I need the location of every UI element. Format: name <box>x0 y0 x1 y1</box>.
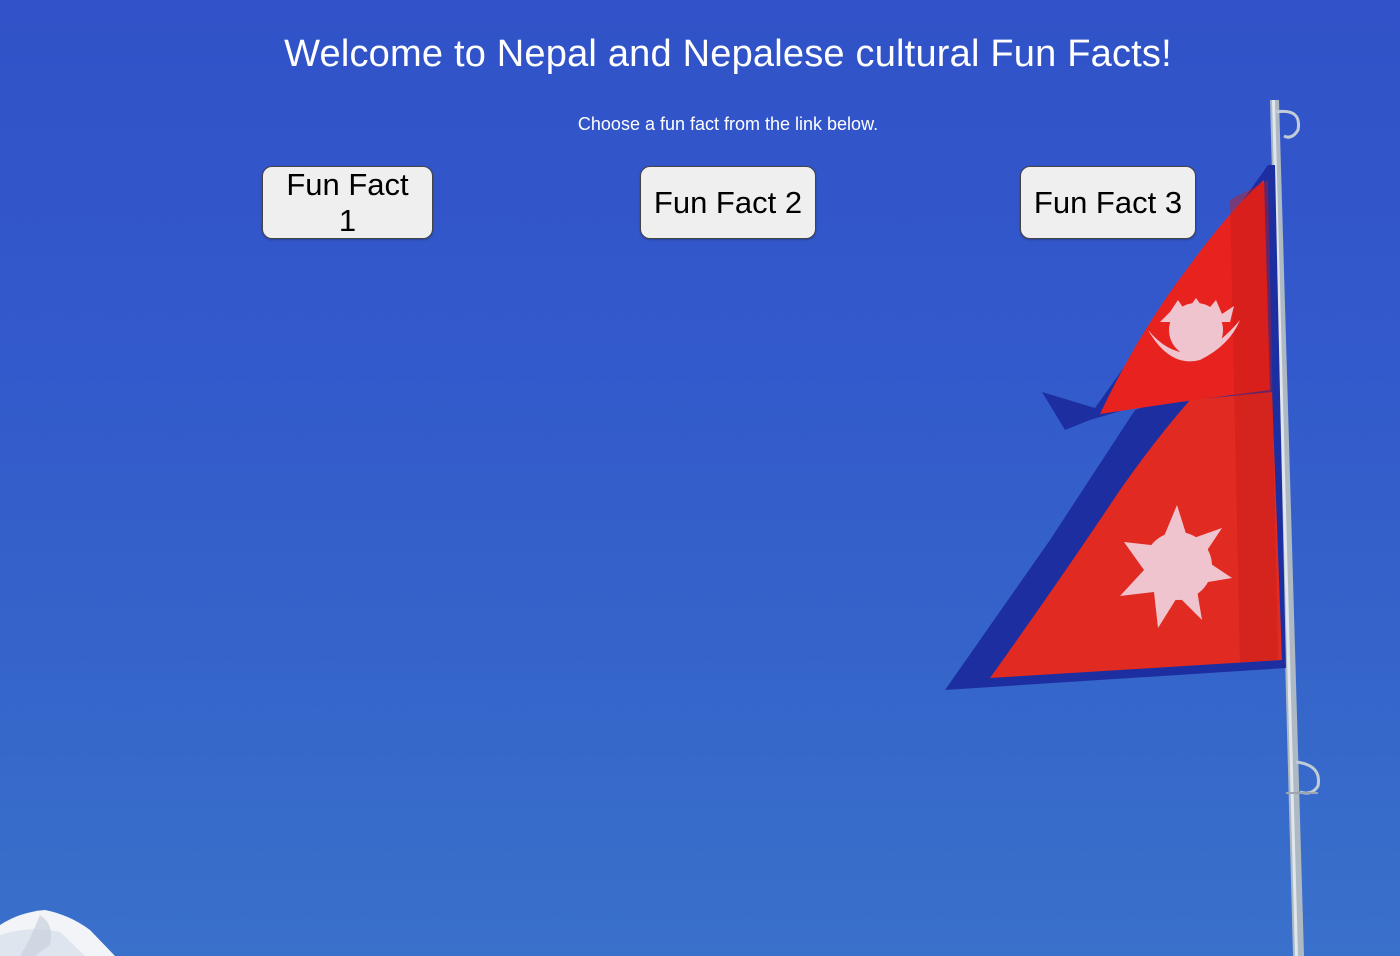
page-subtitle: Choose a fun fact from the link below. <box>577 114 879 134</box>
fun-fact-2-button[interactable]: Fun Fact 2 <box>640 166 816 239</box>
nepal-flag-image <box>945 165 1286 690</box>
fun-fact-1-button[interactable]: Fun Fact 1 <box>262 166 433 239</box>
fun-fact-3-button[interactable]: Fun Fact 3 <box>1020 166 1196 239</box>
page-title: Welcome to Nepal and Nepalese cultural F… <box>284 33 1172 75</box>
nepal-flag-background-image <box>0 100 1321 956</box>
mountain-peak-image <box>0 910 115 956</box>
